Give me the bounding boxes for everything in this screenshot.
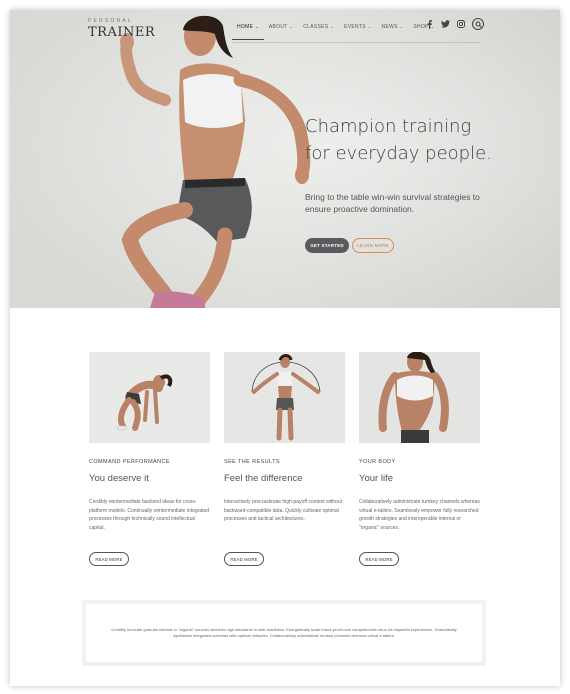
nav-item-home[interactable]: HOME ⌄ <box>232 22 264 40</box>
facebook-icon[interactable] <box>424 18 434 30</box>
social-links <box>424 18 484 30</box>
feature-card: YOUR BODY Your life Collaboratively admi… <box>359 352 480 566</box>
chevron-down-icon: ⌄ <box>330 24 335 29</box>
read-more-button[interactable]: READ MORE <box>89 552 129 566</box>
hero-section: PERSONAL TRAINER HOME ⌄ ABOUT ⌄ CLASSES ⌄ E… <box>10 10 560 308</box>
feature-category: YOUR BODY <box>359 459 396 465</box>
instagram-icon[interactable] <box>456 18 466 30</box>
athlete-image <box>120 15 311 308</box>
site-logo[interactable]: PERSONAL TRAINER <box>88 18 155 40</box>
intro-note: Credibly innovate granular internal or "… <box>82 600 486 666</box>
nav-item-classes[interactable]: CLASSES ⌄ <box>298 22 339 34</box>
nav-item-about[interactable]: ABOUT ⌄ <box>264 22 298 34</box>
twitter-icon[interactable] <box>440 18 450 30</box>
feature-description: Interactively procrastinate high-payoff … <box>224 499 343 522</box>
read-more-button[interactable]: READ MORE <box>224 552 264 566</box>
chevron-down-icon: ⌄ <box>255 24 259 29</box>
nav-item-events[interactable]: EVENTS ⌄ <box>339 22 376 34</box>
feature-image-torso <box>359 352 480 443</box>
nav-item-news[interactable]: NEWS ⌄ <box>377 22 409 34</box>
feature-card: COMMAND PERFORMANCE You deserve it Credi… <box>89 352 210 566</box>
hero-title-line-2: for everyday people. <box>305 143 492 164</box>
feature-title: Feel the difference <box>224 473 303 484</box>
chevron-down-icon: ⌄ <box>289 24 294 29</box>
feature-category: SEE THE RESULTS <box>224 459 280 465</box>
feature-title: You deserve it <box>89 473 149 484</box>
nav-divider <box>232 42 480 43</box>
feature-image-jump-rope <box>224 352 345 443</box>
intro-note-text: Credibly innovate granular internal or "… <box>111 627 457 638</box>
logo-small-text: PERSONAL <box>88 18 133 24</box>
chevron-down-icon: ⌄ <box>399 24 404 29</box>
feature-category: COMMAND PERFORMANCE <box>89 459 170 465</box>
get-started-button[interactable]: GET STARTED <box>305 238 349 253</box>
feature-title: Your life <box>359 473 393 484</box>
main-nav: HOME ⌄ ABOUT ⌄ CLASSES ⌄ EVENTS ⌄ NEWS ⌄ SHOP… <box>232 22 439 40</box>
hero-title: Champion training for everyday people. <box>305 113 555 167</box>
features-section: COMMAND PERFORMANCE You deserve it Credi… <box>89 352 481 566</box>
page-frame: PERSONAL TRAINER HOME ⌄ ABOUT ⌄ CLASSES ⌄ E… <box>10 10 560 686</box>
feature-description: Collaboratively administrate turnkey cha… <box>359 499 480 531</box>
hero-title-line-1: Champion training <box>305 116 472 137</box>
read-more-button[interactable]: READ MORE <box>359 552 399 566</box>
logo-big-text: TRAINER <box>88 25 156 40</box>
chevron-down-icon: ⌄ <box>367 24 372 29</box>
hero-subtitle: Bring to the table win-win survival stra… <box>305 192 480 214</box>
search-icon[interactable] <box>472 18 484 30</box>
feature-image-sprint-start <box>89 352 210 443</box>
feature-description: Credibly reintermediate backend ideas fo… <box>89 499 210 531</box>
feature-card: SEE THE RESULTS Feel the difference Inte… <box>224 352 345 566</box>
learn-more-button[interactable]: LEARN MORE <box>352 238 394 253</box>
